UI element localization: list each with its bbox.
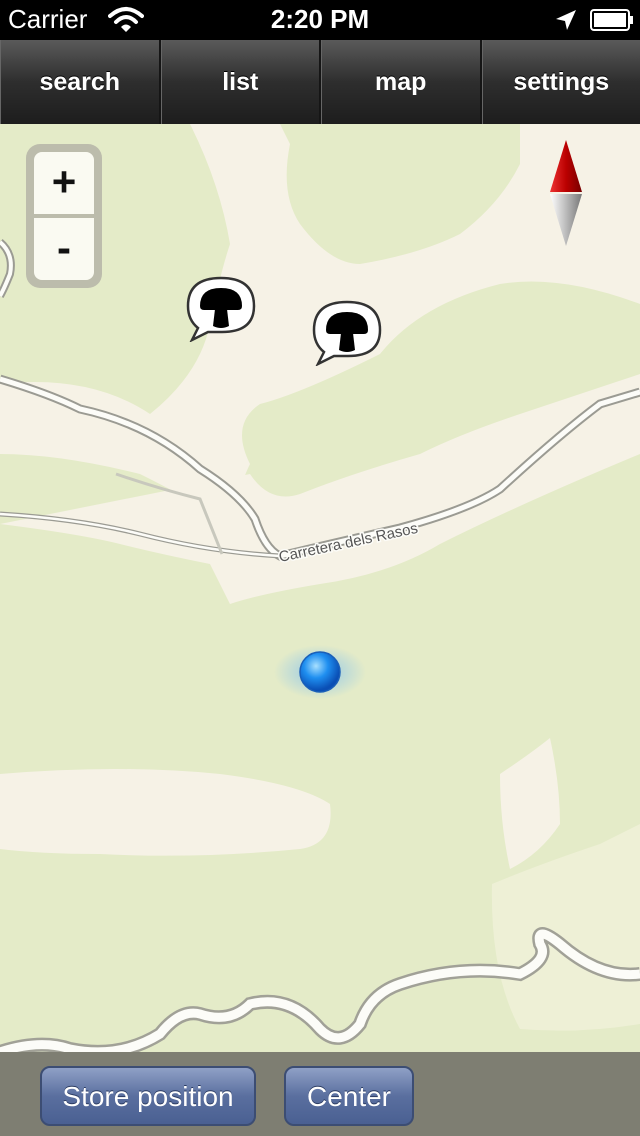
center-button[interactable]: Center (284, 1066, 414, 1126)
compass-icon[interactable] (546, 140, 586, 248)
tab-search[interactable]: search (0, 40, 161, 124)
status-time: 2:20 PM (270, 4, 370, 34)
current-location-dot (274, 645, 366, 699)
mushroom-marker-1[interactable] (184, 276, 258, 342)
status-bar: Carrier 2:20 PM (0, 0, 640, 40)
tab-map[interactable]: map (321, 40, 482, 124)
mushroom-marker-2[interactable] (310, 300, 384, 366)
app-screen: Carrier 2:20 PM search list map settings (0, 0, 640, 1136)
zoom-control: + - (26, 144, 102, 288)
zoom-in-button[interactable]: + (34, 152, 94, 214)
location-arrow-icon (556, 10, 576, 30)
tab-settings[interactable]: settings (481, 40, 640, 124)
tab-bar: search list map settings (0, 40, 640, 124)
zoom-out-button[interactable]: - (34, 218, 94, 280)
bottom-toolbar: Store position Center (0, 1052, 640, 1136)
battery-icon (590, 9, 633, 31)
store-position-button[interactable]: Store position (40, 1066, 256, 1126)
tab-list[interactable]: list (160, 40, 321, 124)
